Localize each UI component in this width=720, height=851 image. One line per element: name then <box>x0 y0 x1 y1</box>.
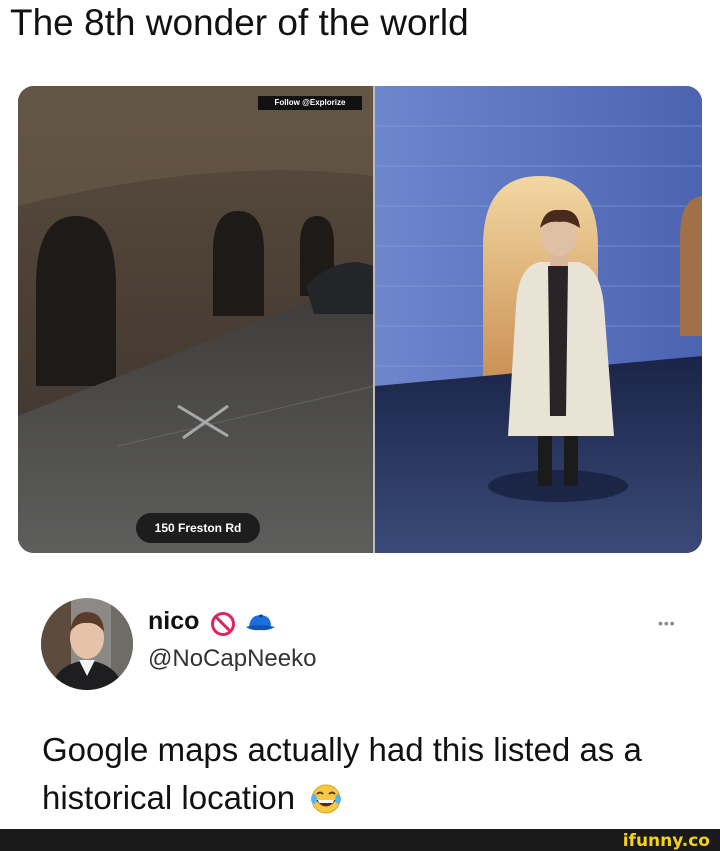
blocked-icon <box>211 612 235 636</box>
more-options-icon[interactable]: ••• <box>658 616 676 630</box>
display-name[interactable]: nico <box>148 606 199 636</box>
street-view-panel <box>18 86 375 553</box>
music-video-panel <box>375 86 702 553</box>
follow-tag: Follow @Explorize <box>258 96 362 110</box>
meme-title: The 8th wonder of the world <box>10 2 469 43</box>
comparison-photo: Follow @Explorize 150 Freston Rd <box>18 86 702 553</box>
user-handle[interactable]: @NoCapNeeko <box>148 644 316 674</box>
tweet-text: Google maps actually had this listed as … <box>42 726 692 822</box>
avatar[interactable] <box>41 598 133 690</box>
ifunny-watermark[interactable]: ifunny.co <box>623 831 710 851</box>
footer-bar: ifunny.co <box>0 829 720 851</box>
blue-cap-icon <box>246 614 275 631</box>
laughing-emoji-icon <box>311 784 342 814</box>
location-label: 150 Freston Rd <box>136 513 260 543</box>
photo-illustration <box>18 86 702 553</box>
